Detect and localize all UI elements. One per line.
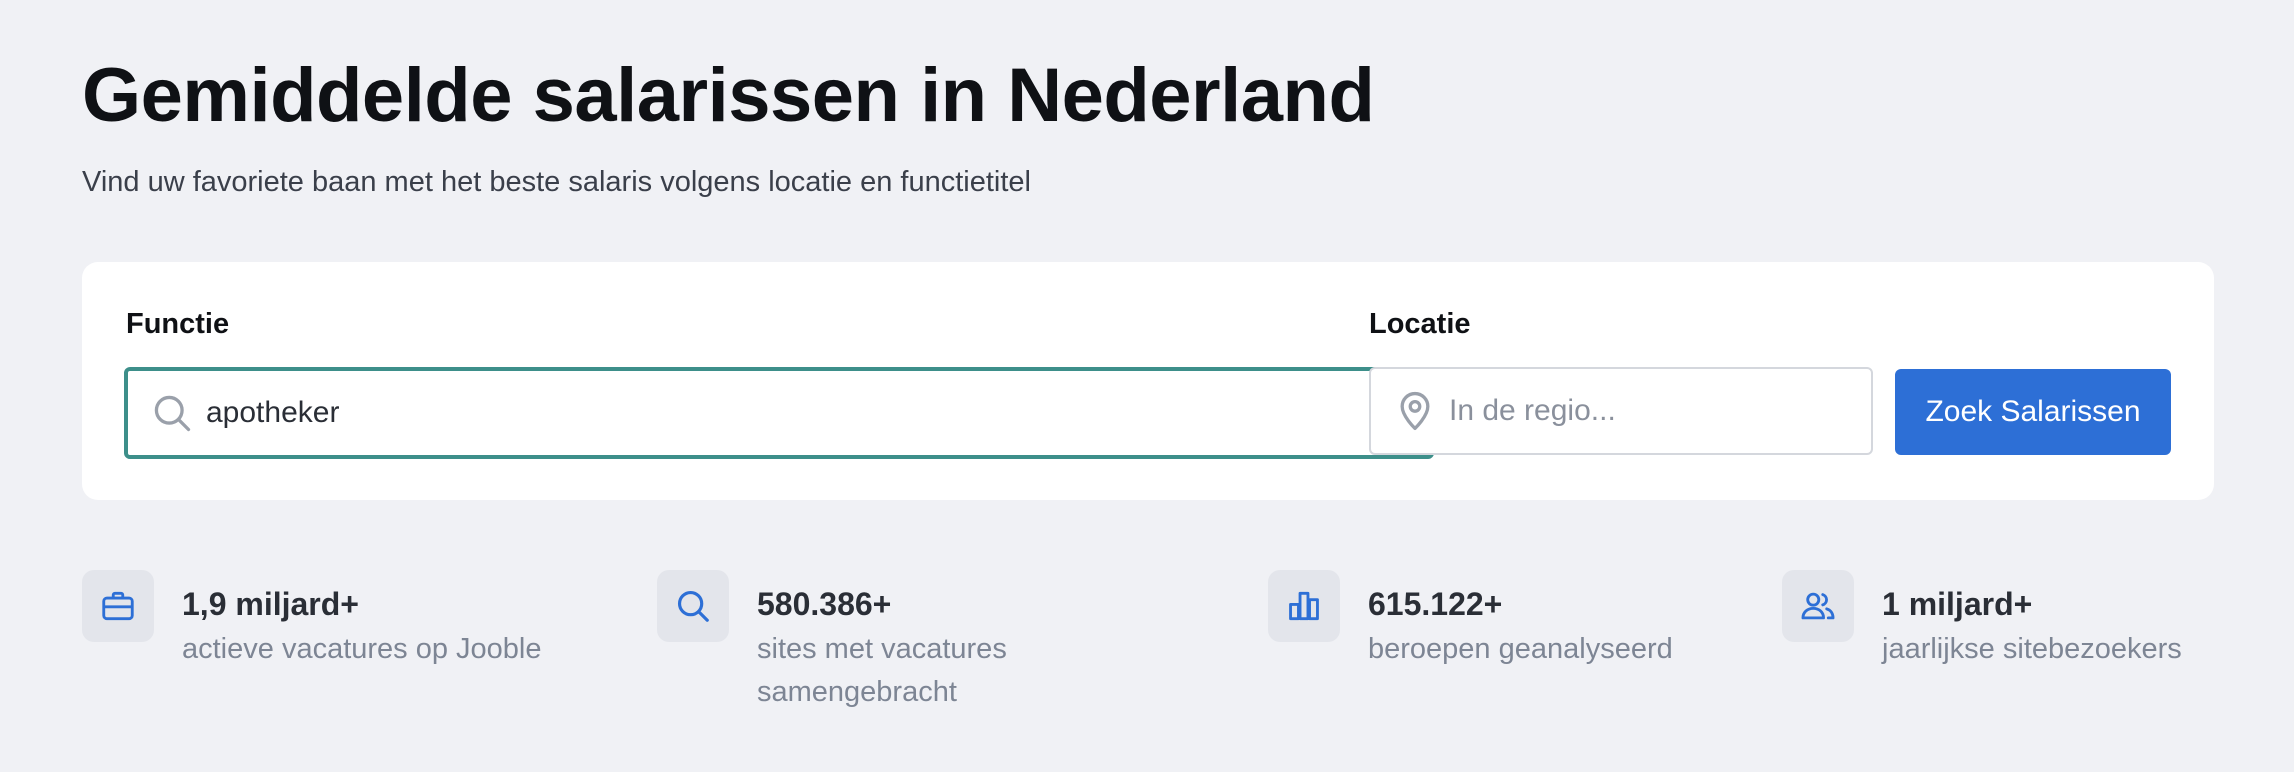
stat-value: 580.386+ — [757, 586, 892, 622]
page-subtitle: Vind uw favoriete baan met het beste sal… — [82, 166, 1031, 198]
stat-label: jaarlijkse sitebezoekers — [1882, 633, 2182, 665]
function-label: Functie — [126, 308, 230, 340]
briefcase-icon — [102, 591, 134, 621]
stat-label: beroepen geanalyseerd — [1368, 633, 1673, 665]
search-card: Functie Locatie Zoek Salarissen — [82, 262, 2214, 500]
function-input[interactable] — [206, 396, 1430, 430]
stat-label: sites met vacatures samengebracht — [757, 633, 1007, 708]
page-title: Gemiddelde salarissen in Nederland — [82, 53, 1375, 138]
stat-item-professions: 615.122+ beroepen geanalyseerd — [1268, 570, 1673, 671]
stat-item-visitors: 1 miljard+ jaarlijkse sitebezoekers — [1782, 570, 2182, 671]
search-icon — [154, 395, 191, 432]
users-icon — [1801, 592, 1835, 620]
stat-item-sites: 580.386+ sites met vacatures samengebrac… — [657, 570, 1077, 714]
search-salaries-button[interactable]: Zoek Salarissen — [1895, 369, 2171, 455]
location-field[interactable] — [1369, 367, 1873, 455]
location-input[interactable] — [1449, 394, 1871, 428]
stat-label: actieve vacatures op Jooble — [182, 633, 542, 665]
function-field[interactable] — [124, 367, 1434, 459]
bar-chart-icon — [1289, 591, 1319, 621]
location-label: Locatie — [1369, 308, 1471, 340]
stat-value: 1 miljard+ — [1882, 586, 2033, 622]
stat-value: 615.122+ — [1368, 586, 1503, 622]
search-icon — [677, 590, 709, 622]
stat-item-vacancies: 1,9 miljard+ actieve vacatures op Jooble — [82, 570, 542, 671]
stat-value: 1,9 miljard+ — [182, 586, 359, 622]
map-pin-icon — [1400, 391, 1430, 431]
